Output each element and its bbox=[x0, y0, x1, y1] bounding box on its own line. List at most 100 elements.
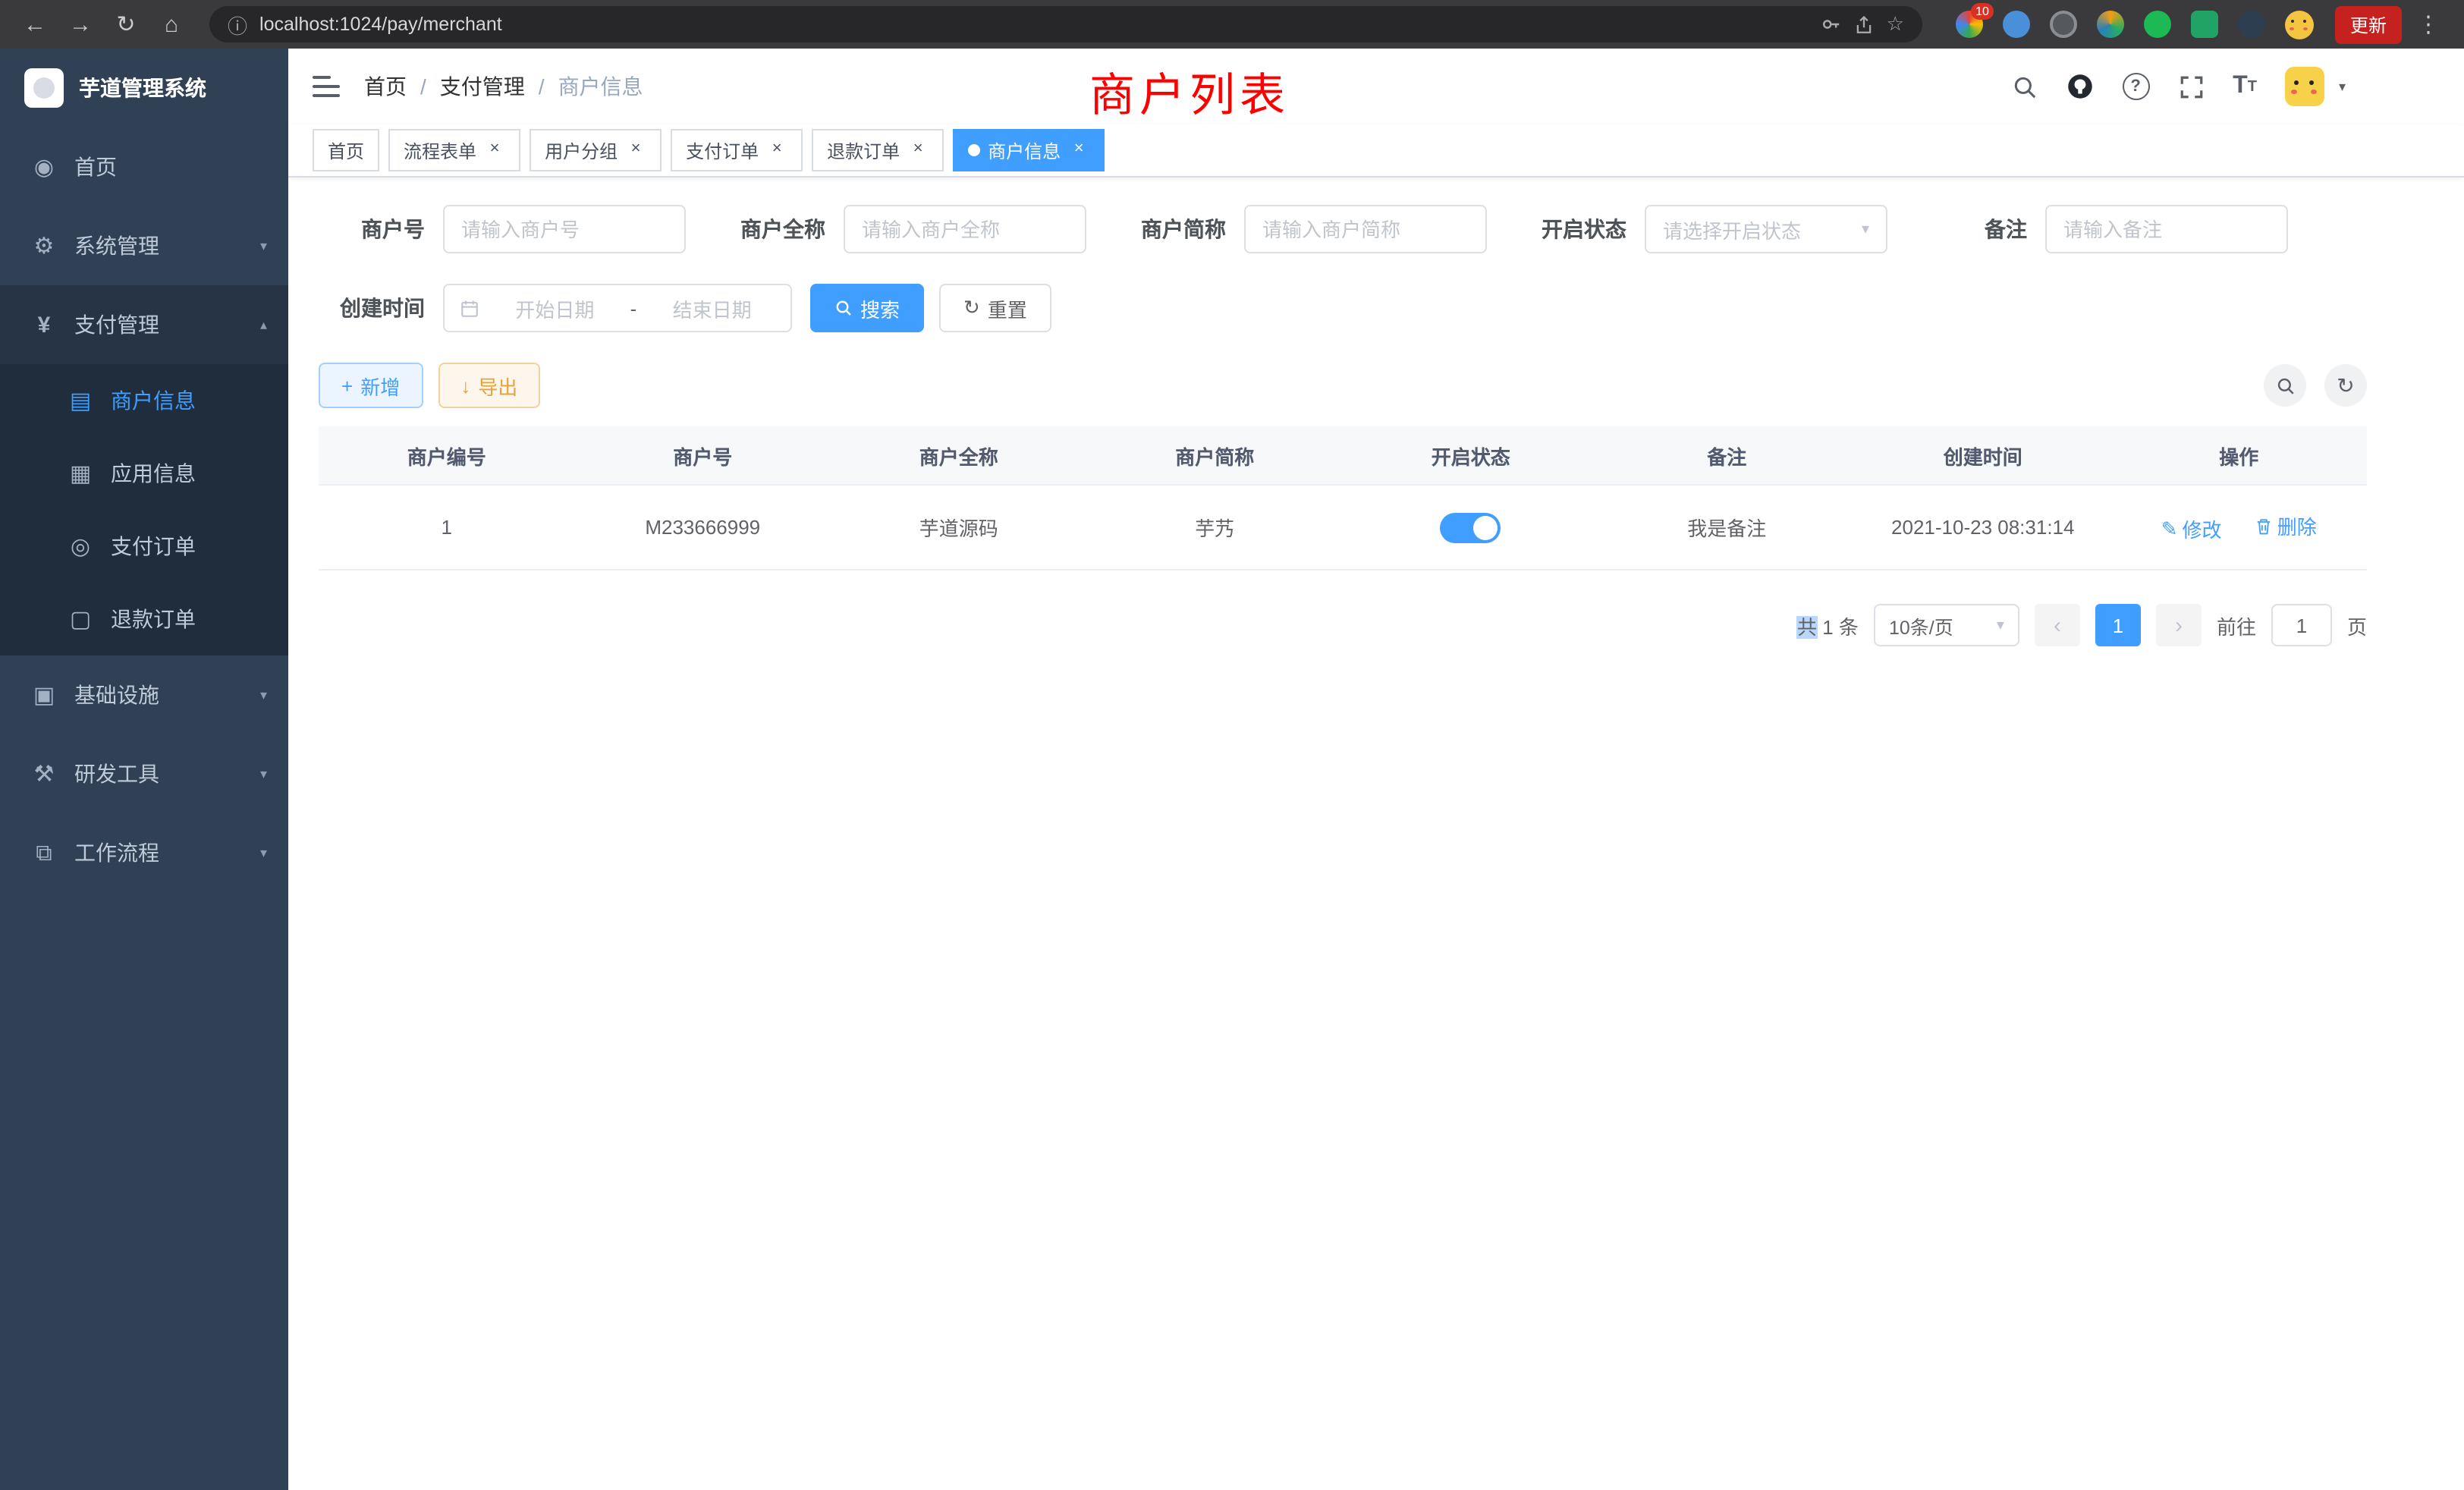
help-icon[interactable]: ? bbox=[2122, 73, 2149, 100]
tab-merchant-info[interactable]: 商户信息 × bbox=[953, 129, 1105, 171]
sidebar-item-merchant-info[interactable]: ▤ 商户信息 bbox=[0, 364, 288, 437]
tab-home[interactable]: 首页 bbox=[313, 129, 379, 171]
navbar-actions: ? TT ▾ bbox=[2011, 67, 2346, 106]
user-avatar[interactable] bbox=[2286, 67, 2325, 106]
export-button-label: 导出 bbox=[478, 371, 517, 400]
sidebar-item-payment[interactable]: ¥ 支付管理 ▴ bbox=[0, 285, 288, 364]
browser-menu-icon[interactable]: ⋮ bbox=[2408, 11, 2449, 38]
sidebar-item-pay-order[interactable]: ◎ 支付订单 bbox=[0, 510, 288, 583]
delete-link[interactable]: 删除 bbox=[2255, 511, 2317, 540]
status-toggle[interactable] bbox=[1441, 512, 1501, 542]
sidebar-fold-icon[interactable] bbox=[313, 76, 340, 97]
edit-link[interactable]: ✎ 修改 bbox=[2161, 514, 2222, 543]
tab-user-group[interactable]: 用户分组 × bbox=[530, 129, 662, 171]
app-frame: 芋道管理系统 ◉ 首页 ⚙ 系统管理 ▾ ¥ 支付管理 ▴ bbox=[0, 49, 2464, 1490]
breadcrumb-item-current: 商户信息 bbox=[558, 71, 643, 102]
page-size-select[interactable]: 10条/页 ▾ bbox=[1874, 604, 2019, 646]
site-info-icon[interactable]: ⓘ bbox=[228, 10, 247, 39]
sidebar-item-app-info[interactable]: ▦ 应用信息 bbox=[0, 437, 288, 510]
merchant-full-name-input[interactable] bbox=[844, 205, 1086, 253]
cell-actions: ✎ 修改 删除 bbox=[2111, 485, 2368, 570]
tab-process-form[interactable]: 流程表单 × bbox=[388, 129, 520, 171]
edit-icon: ✎ bbox=[2161, 517, 2178, 541]
add-button[interactable]: + 新增 bbox=[319, 363, 423, 408]
table-row: 1 M233666999 芋道源码 芋艿 我是备注 2021-10-23 08:… bbox=[319, 485, 2367, 570]
sidebar-item-home[interactable]: ◉ 首页 bbox=[0, 127, 288, 206]
url-text: localhost:1024/pay/merchant bbox=[259, 14, 502, 35]
fullscreen-icon[interactable] bbox=[2178, 74, 2204, 99]
toggle-search-icon[interactable] bbox=[2264, 364, 2306, 407]
sidebar-item-system[interactable]: ⚙ 系统管理 ▾ bbox=[0, 206, 288, 285]
status-select[interactable]: 请选择开启状态 ▾ bbox=[1645, 205, 1887, 253]
search-form-row-1: 商户号 商户全称 商户简称 开启状态 请选择开启状态 bbox=[319, 205, 2367, 253]
bookmark-star-icon[interactable]: ☆ bbox=[1887, 12, 1904, 36]
browser-profile-avatar[interactable] bbox=[2285, 10, 2314, 39]
tab-refund-order[interactable]: 退款订单 × bbox=[812, 129, 944, 171]
sidebar-item-infra[interactable]: ▣ 基础设施 ▾ bbox=[0, 655, 288, 734]
tabs-bar: 首页 流程表单 × 用户分组 × 支付订单 × 退款订单 × bbox=[288, 124, 2464, 178]
payment-submenu: ▤ 商户信息 ▦ 应用信息 ◎ 支付订单 ▢ 退款订单 bbox=[0, 364, 288, 655]
download-icon: ↓ bbox=[460, 374, 470, 397]
sidebar-item-workflow[interactable]: ⧉ 工作流程 ▾ bbox=[0, 813, 288, 892]
form-item-short-name: 商户简称 bbox=[1120, 205, 1487, 253]
next-page-button[interactable]: › bbox=[2156, 604, 2202, 646]
extension-icon-5[interactable] bbox=[2144, 11, 2171, 38]
refresh-icon[interactable]: ↻ bbox=[2324, 364, 2367, 407]
extension-icon-7[interactable] bbox=[2238, 11, 2265, 38]
merchant-short-name-input[interactable] bbox=[1244, 205, 1487, 253]
record-circle-icon: ◎ bbox=[67, 533, 94, 560]
share-icon[interactable] bbox=[1855, 14, 1875, 34]
search-button[interactable]: 搜索 bbox=[810, 284, 924, 332]
browser-back-button[interactable]: ← bbox=[15, 5, 55, 44]
add-button-label: 新增 bbox=[360, 371, 400, 400]
prev-page-button[interactable]: ‹ bbox=[2035, 604, 2080, 646]
form-item-remark: 备注 bbox=[1921, 205, 2288, 253]
font-size-icon[interactable]: TT bbox=[2233, 73, 2257, 100]
browser-reload-button[interactable]: ↻ bbox=[106, 5, 146, 44]
close-icon[interactable]: × bbox=[766, 140, 787, 161]
form-item-status: 开启状态 请选择开启状态 ▾ bbox=[1520, 205, 1887, 253]
table-header-row: 商户编号 商户号 商户全称 商户简称 开启状态 备注 创建时间 操作 bbox=[319, 426, 2367, 485]
column-header: 创建时间 bbox=[1855, 426, 2111, 485]
chevron-down-icon: ▾ bbox=[260, 844, 267, 861]
github-icon[interactable] bbox=[2066, 73, 2093, 100]
extension-icon-4[interactable] bbox=[2097, 11, 2124, 38]
extension-icon-2[interactable] bbox=[2003, 11, 2030, 38]
create-time-range-picker[interactable]: 开始日期 - 结束日期 bbox=[443, 284, 792, 332]
close-icon[interactable]: × bbox=[484, 140, 505, 161]
chevron-up-icon: ▴ bbox=[260, 316, 267, 333]
close-icon[interactable]: × bbox=[907, 140, 929, 161]
table-toolbar: + 新增 ↓ 导出 ↻ bbox=[319, 363, 2367, 408]
search-icon[interactable] bbox=[2011, 74, 2037, 99]
sidebar-item-label: 支付管理 bbox=[74, 310, 159, 340]
sidebar: 芋道管理系统 ◉ 首页 ⚙ 系统管理 ▾ ¥ 支付管理 ▴ bbox=[0, 49, 288, 1490]
browser-update-button[interactable]: 更新 bbox=[2335, 5, 2402, 43]
sidebar-item-refund-order[interactable]: ▢ 退款订单 bbox=[0, 583, 288, 655]
extension-icon-1[interactable]: 10 bbox=[1956, 11, 1983, 38]
browser-forward-button[interactable]: → bbox=[61, 5, 100, 44]
form-item-full-name: 商户全称 bbox=[719, 205, 1086, 253]
breadcrumb-item-home[interactable]: 首页 bbox=[364, 71, 407, 102]
field-label: 开启状态 bbox=[1520, 214, 1645, 244]
browser-chrome: ← → ↻ ⌂ ⓘ localhost:1024/pay/merchant ☆ … bbox=[0, 0, 2464, 49]
export-button[interactable]: ↓ 导出 bbox=[438, 363, 540, 408]
close-icon[interactable]: × bbox=[625, 140, 646, 161]
cell-full-name: 芋道源码 bbox=[831, 485, 1087, 570]
goto-page-input[interactable] bbox=[2271, 604, 2332, 646]
extension-icon-6[interactable] bbox=[2191, 11, 2218, 38]
sidebar-item-label: 工作流程 bbox=[74, 838, 159, 868]
form-item-merchant-no: 商户号 bbox=[319, 205, 686, 253]
address-bar[interactable]: ⓘ localhost:1024/pay/merchant ☆ bbox=[209, 6, 1922, 42]
browser-home-button[interactable]: ⌂ bbox=[152, 5, 191, 44]
password-key-icon[interactable] bbox=[1821, 14, 1843, 35]
extension-icon-3[interactable] bbox=[2050, 11, 2077, 38]
reset-button[interactable]: ↻ 重置 bbox=[939, 284, 1051, 332]
tab-pay-order[interactable]: 支付订单 × bbox=[671, 129, 803, 171]
page-1-button[interactable]: 1 bbox=[2095, 604, 2141, 646]
merchant-no-input[interactable] bbox=[443, 205, 686, 253]
breadcrumb-item-payment[interactable]: 支付管理 bbox=[440, 71, 525, 102]
close-icon[interactable]: × bbox=[1068, 140, 1089, 161]
sidebar-item-devtools[interactable]: ⚒ 研发工具 ▾ bbox=[0, 734, 288, 813]
remark-input[interactable] bbox=[2045, 205, 2288, 253]
chevron-down-icon: ▾ bbox=[260, 687, 267, 703]
